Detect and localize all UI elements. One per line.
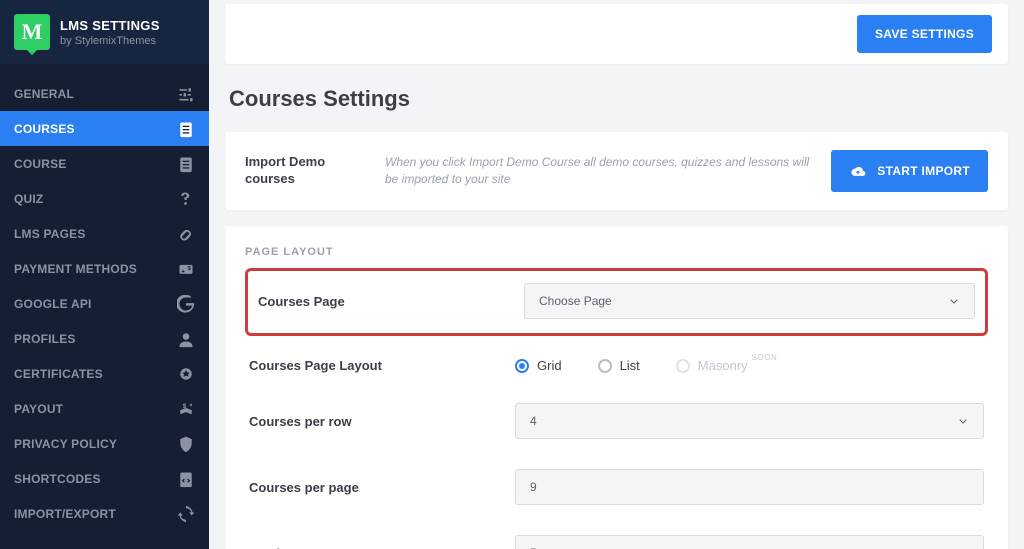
per-page-input[interactable] xyxy=(515,469,984,505)
sidebar-nav: GENERAL COURSES COURSE QUIZ LMS PAGES PAYMENT… xyxy=(0,64,209,549)
load-more-select[interactable]: Button xyxy=(515,535,984,549)
sidebar-item-certificates[interactable]: CERTIFICATES xyxy=(0,356,209,391)
sidebar-item-label: CERTIFICATES xyxy=(14,367,103,381)
shield-icon xyxy=(177,435,195,453)
sidebar-item-quiz[interactable]: QUIZ xyxy=(0,181,209,216)
radio-label: List xyxy=(620,358,640,373)
app-title: LMS SETTINGS xyxy=(60,18,160,33)
soon-badge: SOON xyxy=(752,353,778,362)
start-import-button[interactable]: START IMPORT xyxy=(831,150,988,192)
import-panel: Import Demo courses When you click Impor… xyxy=(225,132,1008,210)
radio-label: Grid xyxy=(537,358,562,373)
courses-page-highlight: Courses Page Choose Page xyxy=(245,268,988,336)
layout-radio-list[interactable]: List xyxy=(598,358,640,373)
sidebar-item-label: COURSES xyxy=(14,122,75,136)
radio-icon xyxy=(515,359,529,373)
section-heading: PAGE LAYOUT xyxy=(245,246,988,258)
page-layout-panel: PAGE LAYOUT Courses Page Choose Page Cou… xyxy=(225,226,1008,549)
sidebar-item-label: PAYOUT xyxy=(14,402,63,416)
payout-icon xyxy=(177,400,195,418)
sidebar-item-privacy-policy[interactable]: PRIVACY POLICY xyxy=(0,426,209,461)
app-logo: M xyxy=(14,14,50,50)
sidebar-item-label: COURSE xyxy=(14,157,67,171)
radio-icon xyxy=(676,359,690,373)
sidebar-item-label: IMPORT/EXPORT xyxy=(14,507,116,521)
per-page-label: Courses per page xyxy=(249,480,515,495)
sidebar-item-import-export[interactable]: IMPORT/EXPORT xyxy=(0,496,209,531)
sidebar-item-profiles[interactable]: PROFILES xyxy=(0,321,209,356)
save-settings-label: SAVE SETTINGS xyxy=(875,27,974,41)
chevron-down-icon xyxy=(948,295,960,307)
main-area: SAVE SETTINGS Courses Settings Import De… xyxy=(209,0,1024,549)
sidebar-header: M LMS SETTINGS by StylemixThemes xyxy=(0,0,209,64)
sidebar-item-courses[interactable]: COURSES xyxy=(0,111,209,146)
link-icon xyxy=(177,225,195,243)
badge-icon xyxy=(177,365,195,383)
per-row-label: Courses per row xyxy=(249,414,515,429)
sliders-icon xyxy=(177,85,195,103)
list-icon xyxy=(177,155,195,173)
radio-label: Masonry xyxy=(698,358,748,373)
layout-label: Courses Page Layout xyxy=(249,358,515,373)
import-label: Import Demo courses xyxy=(245,154,365,188)
sidebar-item-course[interactable]: COURSE xyxy=(0,146,209,181)
sidebar-item-label: GENERAL xyxy=(14,87,74,101)
sidebar-item-shortcodes[interactable]: SHORTCODES xyxy=(0,461,209,496)
code-icon xyxy=(177,470,195,488)
chevron-down-icon xyxy=(957,415,969,427)
layout-radio-masonry: MasonrySOON xyxy=(676,358,777,373)
courses-page-label: Courses Page xyxy=(258,294,524,309)
import-description: When you click Import Demo Course all de… xyxy=(385,154,811,188)
profile-icon xyxy=(177,330,195,348)
cloud-download-icon xyxy=(849,162,867,180)
app-subtitle: by StylemixThemes xyxy=(60,35,160,47)
layout-radio-grid[interactable]: Grid xyxy=(515,358,562,373)
sidebar-item-label: QUIZ xyxy=(14,192,43,206)
google-icon xyxy=(177,295,195,313)
per-row-select[interactable]: 4 xyxy=(515,403,984,439)
courses-page-select[interactable]: Choose Page xyxy=(524,283,975,319)
payment-icon xyxy=(177,260,195,278)
layout-radio-group: Grid List MasonrySOON xyxy=(515,358,984,373)
app-title-block: LMS SETTINGS by StylemixThemes xyxy=(60,18,160,47)
radio-icon xyxy=(598,359,612,373)
sidebar-item-payout[interactable]: PAYOUT xyxy=(0,391,209,426)
sidebar-item-lms-pages[interactable]: LMS PAGES xyxy=(0,216,209,251)
sidebar-item-google-api[interactable]: GOOGLE API xyxy=(0,286,209,321)
sidebar-item-label: SHORTCODES xyxy=(14,472,101,486)
sidebar-item-payment-methods[interactable]: PAYMENT METHODS xyxy=(0,251,209,286)
sidebar: M LMS SETTINGS by StylemixThemes GENERAL… xyxy=(0,0,209,549)
save-settings-button[interactable]: SAVE SETTINGS xyxy=(857,15,992,53)
topbar: SAVE SETTINGS xyxy=(225,4,1008,64)
courses-page-value: Choose Page xyxy=(539,294,612,308)
sidebar-item-label: PROFILES xyxy=(14,332,76,346)
page-title: Courses Settings xyxy=(229,86,1004,112)
question-icon xyxy=(177,190,195,208)
load-more-label: Load More Type xyxy=(249,546,515,549)
start-import-label: START IMPORT xyxy=(877,164,970,178)
sidebar-item-label: PAYMENT METHODS xyxy=(14,262,137,276)
sidebar-item-general[interactable]: GENERAL xyxy=(0,76,209,111)
per-row-value: 4 xyxy=(530,414,537,428)
sidebar-item-label: GOOGLE API xyxy=(14,297,92,311)
list-icon xyxy=(177,120,195,138)
sync-icon xyxy=(177,505,195,523)
sidebar-item-label: LMS PAGES xyxy=(14,227,86,241)
sidebar-item-label: PRIVACY POLICY xyxy=(14,437,117,451)
